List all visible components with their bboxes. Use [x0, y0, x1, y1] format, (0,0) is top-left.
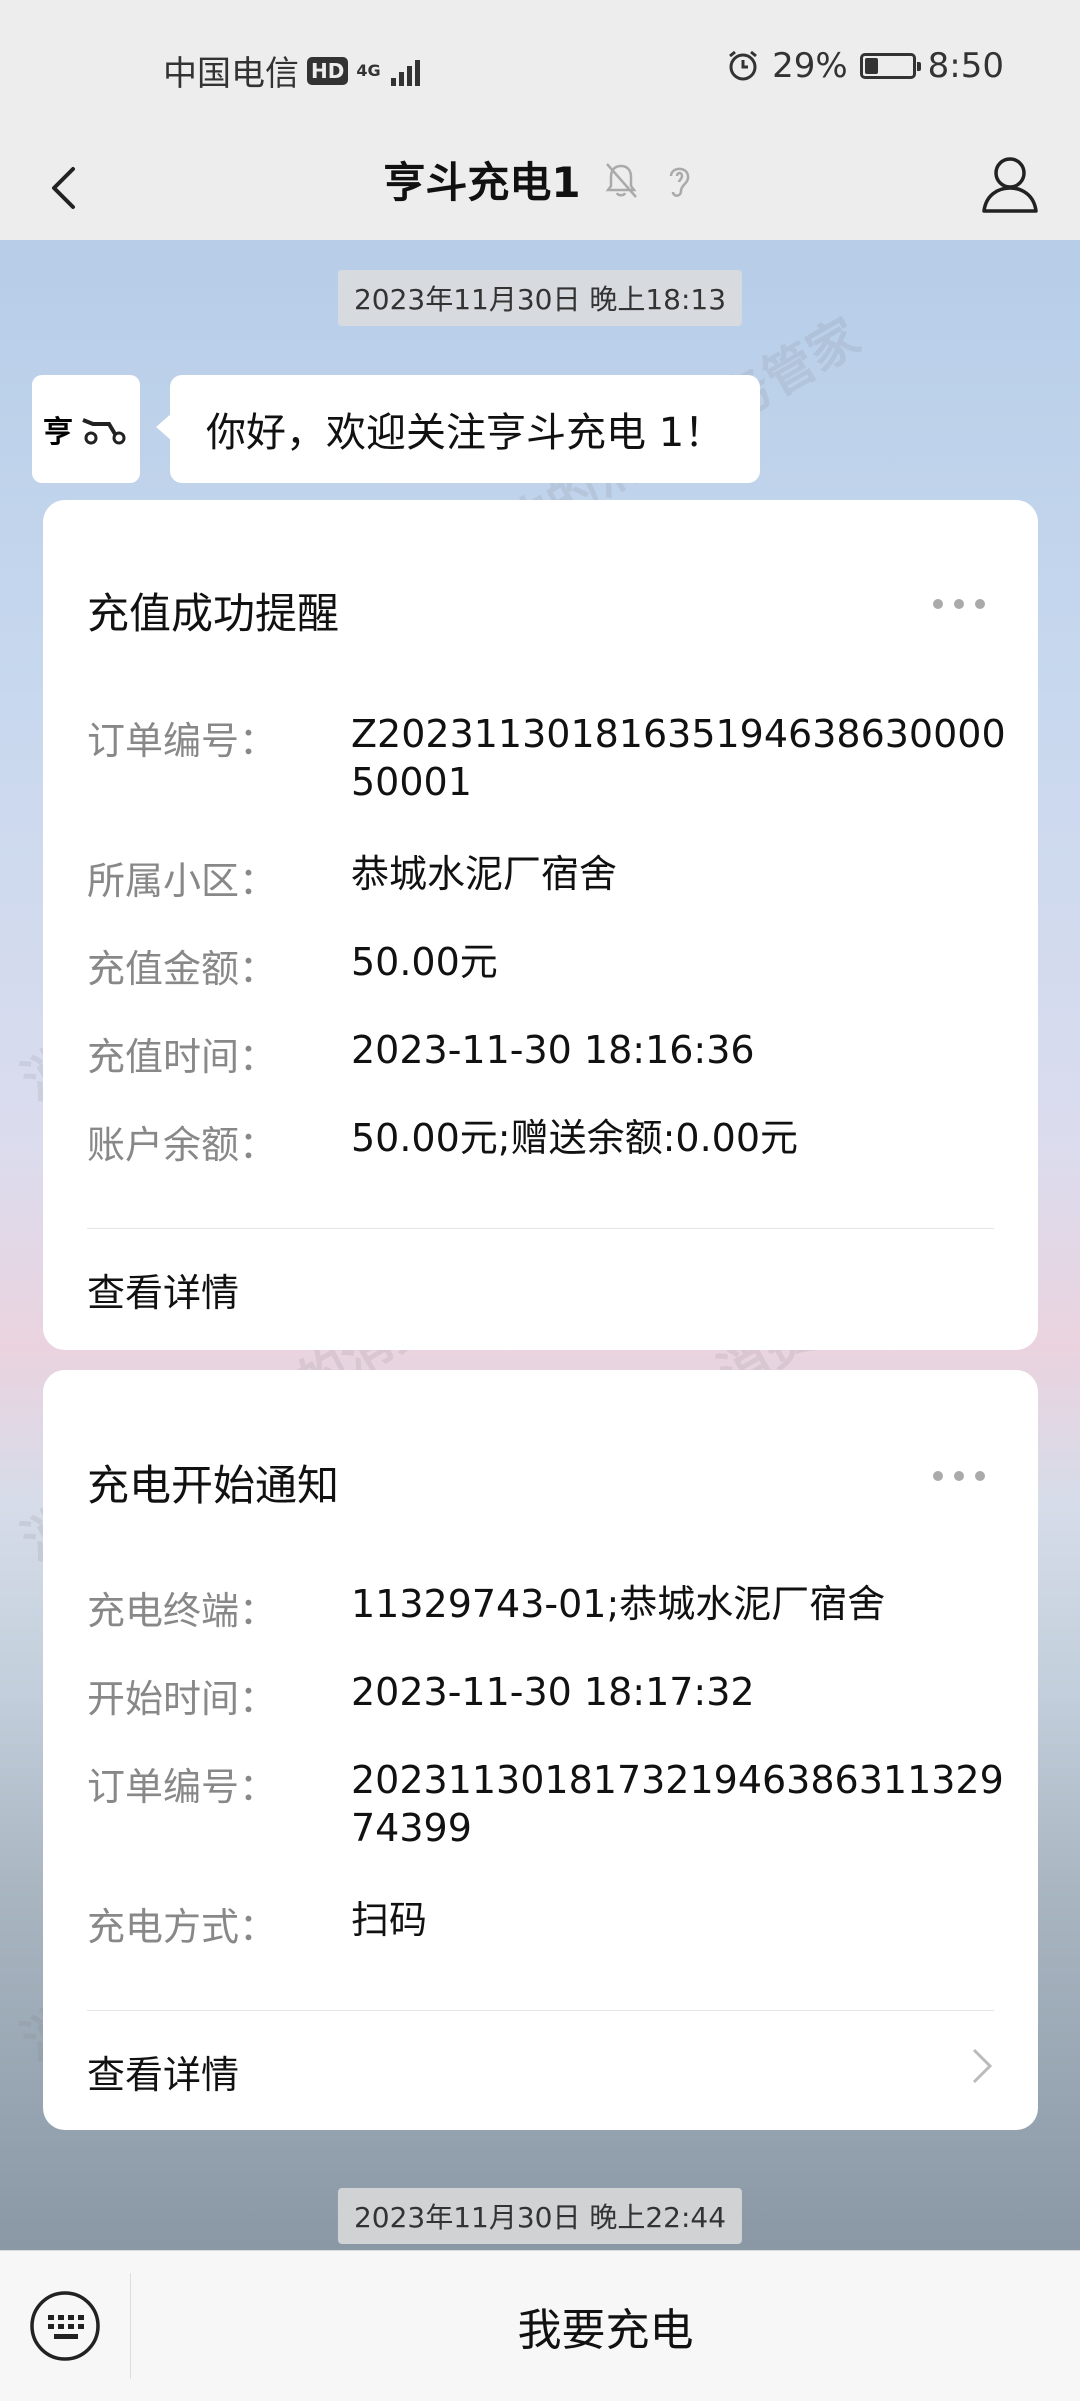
battery-fill: [864, 58, 878, 74]
row-label: 充电方式：: [87, 1905, 278, 1949]
nav-bar: 亨斗充电1: [0, 135, 1080, 240]
view-details-link[interactable]: 查看详情: [87, 2044, 239, 2099]
chevron-right-icon[interactable]: [970, 2046, 994, 2086]
card-title: 充电开始通知: [87, 1461, 340, 1510]
start-charging-button[interactable]: 我要充电: [131, 2251, 1080, 2401]
divider: [87, 2010, 994, 2011]
row-label: 开始时间：: [87, 1677, 278, 1721]
divider: [87, 1228, 994, 1229]
avatar-logo-text: 亨: [43, 415, 73, 450]
row-label: 充值时间：: [87, 1035, 278, 1079]
carrier-name: 中国电信: [163, 54, 299, 94]
battery-icon: [859, 53, 921, 79]
account-balance-row: 账户余额： 50.00元;赠送余额:0.00元: [87, 1114, 1007, 1169]
welcome-text: 你好，欢迎关注亨斗充电 1！: [206, 410, 725, 456]
clock: 8:50: [927, 46, 1004, 86]
card-title: 充值成功提醒: [87, 589, 340, 638]
charging-method-row: 充电方式： 扫码: [87, 1896, 1007, 1951]
row-value: 扫码: [351, 1898, 428, 1942]
recharge-amount-row: 充值金额： 50.00元: [87, 938, 1007, 993]
row-value: 20231130181732194638631132974399: [351, 1758, 1004, 1850]
row-value: 50.00元;赠送余额:0.00元: [351, 1116, 799, 1160]
ear-icon: [669, 167, 689, 197]
nav-title-group: 亨斗充电1: [0, 149, 1080, 210]
row-value: 恭城水泥厂宿舍: [351, 852, 618, 896]
hd-icon: HD: [307, 56, 349, 85]
row-label: 充值金额：: [87, 947, 278, 991]
timestamp-chip: 2023年11月30日 晚上18:13: [337, 270, 743, 326]
view-details-link[interactable]: 查看详情: [87, 1262, 239, 1317]
recharge-success-card[interactable]: 充值成功提醒 订单编号： Z20231130181635194638630000…: [43, 500, 1038, 1350]
row-value: 2023-11-30 18:17:32: [351, 1670, 755, 1714]
row-label: 订单编号：: [87, 719, 278, 763]
battery-percent: 29%: [772, 46, 848, 86]
order-number-row: 订单编号： 20231130181732194638631132974399: [87, 1756, 1007, 1852]
terminal-row: 充电终端： 11329743-01;恭城水泥厂宿舍: [87, 1580, 1007, 1635]
order-number-row: 订单编号： Z2023113018163519463863000050001: [87, 710, 1007, 806]
start-time-row: 开始时间： 2023-11-30 18:17:32: [87, 1668, 1007, 1723]
status-right: 29% 8:50: [726, 46, 1004, 86]
bottom-bar: 我要充电: [0, 2250, 1080, 2401]
row-label: 订单编号：: [87, 1765, 278, 1809]
mute-bell-icon: [605, 162, 637, 198]
profile-icon[interactable]: [980, 153, 1040, 215]
avatar[interactable]: 亨: [32, 375, 140, 483]
alarm-icon: [729, 50, 757, 81]
community-row: 所属小区： 恭城水泥厂宿舍: [87, 850, 1007, 905]
signal-icon: [390, 56, 420, 86]
row-label: 所属小区：: [87, 859, 278, 903]
scooter-logo-icon: [82, 418, 126, 445]
chat-area[interactable]: 消费保 您身边的消费服务管家 消费保 您身边的消费服务管家 消费保 您身边 消费…: [0, 240, 1080, 2250]
row-label: 账户余额：: [87, 1123, 278, 1167]
row-value: 2023-11-30 18:16:36: [351, 1028, 755, 1072]
keyboard-icon[interactable]: [28, 2289, 102, 2363]
row-label: 充电终端：: [87, 1589, 278, 1633]
carrier-group: 中国电信 HD 4G: [163, 46, 420, 95]
charging-start-card[interactable]: 充电开始通知 充电终端： 11329743-01;恭城水泥厂宿舍 开始时间： 2…: [43, 1370, 1038, 2130]
status-bar: 中国电信 HD 4G 29% 8:50: [0, 0, 1080, 135]
timestamp-chip: 2023年11月30日 晚上22:44: [337, 2188, 743, 2244]
recharge-time-row: 充值时间： 2023-11-30 18:16:36: [87, 1026, 1007, 1081]
page-title: 亨斗充电1: [383, 158, 581, 207]
more-icon[interactable]: [932, 1470, 986, 1482]
more-icon[interactable]: [932, 598, 986, 610]
network-type: 4G: [356, 60, 381, 80]
row-value: Z2023113018163519463863000050001: [351, 712, 1006, 804]
row-value: 50.00元: [351, 940, 498, 984]
welcome-message[interactable]: 你好，欢迎关注亨斗充电 1！: [155, 375, 761, 483]
row-value: 11329743-01;恭城水泥厂宿舍: [351, 1582, 886, 1626]
